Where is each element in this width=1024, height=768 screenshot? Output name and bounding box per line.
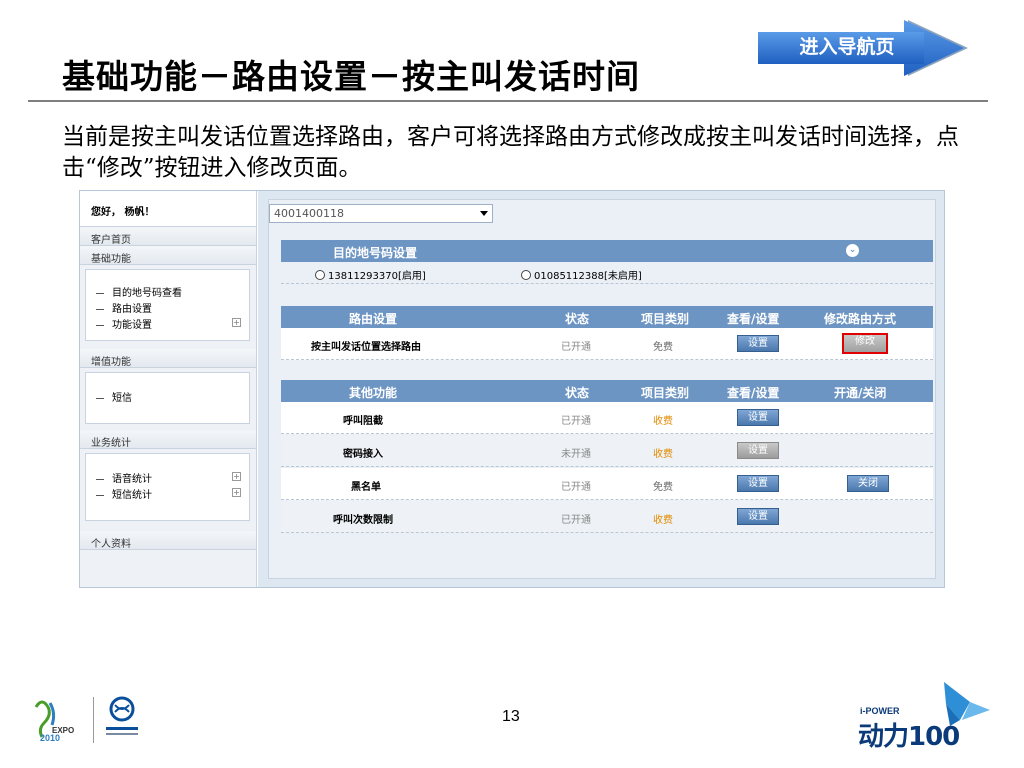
col-toggle: 开通/关闭 <box>834 386 887 400</box>
brand-big: 动力100 <box>858 722 960 752</box>
number-select[interactable]: 4001400118 <box>269 204 493 223</box>
route-name: 按主叫发话位置选择路由 <box>311 342 421 353</box>
main-panel: 4001400118 目的地号码设置 ⌄ 13811293370[启用] 010… <box>268 199 936 579</box>
col-category: 项目类别 <box>641 312 690 326</box>
feature-close-button[interactable]: 关闭 <box>847 475 889 492</box>
feature-status: 已开通 <box>561 482 591 493</box>
sidebar-item-destination-numbers[interactable]: 目的地号码查看 <box>96 284 249 300</box>
dongli-logo: i-POWER 动力100 <box>850 680 1000 752</box>
sidebar-item-home[interactable]: 客户首页 <box>80 227 256 246</box>
intro-text: 当前是按主叫发话位置选择路由，客户可将选择路由方式修改成按主叫发话时间选择，点击… <box>62 124 959 181</box>
basic-menu: 目的地号码查看 路由设置 功能设置 + <box>85 269 250 341</box>
svg-text:2010: 2010 <box>40 733 60 743</box>
feature-status: 未开通 <box>561 449 591 460</box>
expand-circle-icon[interactable]: ⌄ <box>846 244 859 257</box>
sidebar-item-sms-stats[interactable]: 短信统计 + <box>96 486 249 502</box>
sidebar-item-profile[interactable]: 个人资料 <box>80 531 256 550</box>
feature-set-button[interactable]: 设置 <box>737 409 779 426</box>
radio-number-1[interactable]: 13811293370[启用] <box>315 267 426 282</box>
nav-button[interactable]: 进入导航页 <box>758 18 974 80</box>
table-row: 密码接入 未开通 收费 设置 <box>281 435 933 467</box>
col-category: 项目类别 <box>641 386 690 400</box>
sidebar-item-feature-settings[interactable]: 功能设置 + <box>96 316 249 332</box>
feature-category: 收费 <box>653 515 673 526</box>
radio-number-2[interactable]: 01085112388[未启用] <box>521 267 642 282</box>
feature-name: 密码接入 <box>343 449 383 460</box>
table-row: 呼叫次数限制 已开通 收费 设置 <box>281 501 933 533</box>
col-status: 状态 <box>565 312 590 326</box>
brand-small: i-POWER <box>860 706 900 716</box>
sidebar-header-stats[interactable]: 业务统计 <box>80 430 256 449</box>
sidebar-item-route-settings[interactable]: 路由设置 <box>96 300 249 316</box>
feature-set-button[interactable]: 设置 <box>737 442 779 459</box>
route-category: 免费 <box>653 342 673 353</box>
footer-logos: EXPO 2010 <box>30 693 150 749</box>
col-other: 其他功能 <box>349 386 398 400</box>
plus-icon[interactable]: + <box>232 318 241 327</box>
sidebar-item-sms[interactable]: 短信 <box>96 389 249 405</box>
col-modify-route: 修改路由方式 <box>824 312 897 326</box>
title-divider <box>28 100 988 102</box>
nav-button-label: 进入导航页 <box>799 36 895 58</box>
main-content: 4001400118 目的地号码设置 ⌄ 13811293370[启用] 010… <box>258 191 944 587</box>
feature-set-button[interactable]: 设置 <box>737 475 779 492</box>
col-route: 路由设置 <box>349 312 398 326</box>
feature-name: 呼叫次数限制 <box>333 515 393 526</box>
destination-panel-header: 目的地号码设置 ⌄ <box>281 240 933 262</box>
route-set-button[interactable]: 设置 <box>737 335 779 352</box>
slide-title: 基础功能－路由设置－按主叫发话时间 <box>62 57 640 96</box>
china-mobile-logo-icon <box>106 696 138 735</box>
table-row: 呼叫阻截 已开通 收费 设置 <box>281 402 933 434</box>
page-number: 13 <box>502 708 520 725</box>
route-modify-button[interactable]: 修改 <box>841 332 889 355</box>
plus-icon[interactable]: + <box>232 488 241 497</box>
table-row: 按主叫发话位置选择路由 已开通 免费 设置 修改 <box>281 328 933 360</box>
app-screenshot: 您好， 杨帆！ 客户首页 基础功能 目的地号码查看 路由设置 功能设置 + 增值功… <box>79 190 945 588</box>
stats-menu: 语音统计 + 短信统计 + <box>85 453 250 521</box>
feature-category: 免费 <box>653 482 673 493</box>
sidebar-item-voice-stats[interactable]: 语音统计 + <box>96 470 249 486</box>
sidebar: 您好， 杨帆！ 客户首页 基础功能 目的地号码查看 路由设置 功能设置 + 增值功… <box>80 191 257 587</box>
feature-set-button[interactable]: 设置 <box>737 508 779 525</box>
route-status: 已开通 <box>561 342 591 353</box>
dropdown-arrow-icon <box>480 211 488 216</box>
destination-panel-title: 目的地号码设置 <box>333 246 418 260</box>
other-panel-header: 其他功能 状态 项目类别 查看/设置 开通/关闭 <box>281 380 933 402</box>
sidebar-header-basic[interactable]: 基础功能 <box>80 246 256 265</box>
col-view-set: 查看/设置 <box>727 312 780 326</box>
table-row: 黑名单 已开通 免费 设置 关闭 <box>281 468 933 500</box>
destination-options: 13811293370[启用] 01085112388[未启用] <box>281 262 933 284</box>
route-panel-header: 路由设置 状态 项目类别 查看/设置 修改路由方式 <box>281 306 933 328</box>
feature-status: 已开通 <box>561 416 591 427</box>
col-view-set: 查看/设置 <box>727 386 780 400</box>
sidebar-header-value-added[interactable]: 增值功能 <box>80 349 256 368</box>
feature-status: 已开通 <box>561 515 591 526</box>
value-menu: 短信 <box>85 372 250 424</box>
plus-icon[interactable]: + <box>232 472 241 481</box>
feature-category: 收费 <box>653 416 673 427</box>
greeting: 您好， 杨帆！ <box>80 191 256 227</box>
feature-category: 收费 <box>653 449 673 460</box>
feature-name: 呼叫阻截 <box>343 416 383 427</box>
col-status: 状态 <box>565 386 590 400</box>
feature-name: 黑名单 <box>351 482 381 493</box>
